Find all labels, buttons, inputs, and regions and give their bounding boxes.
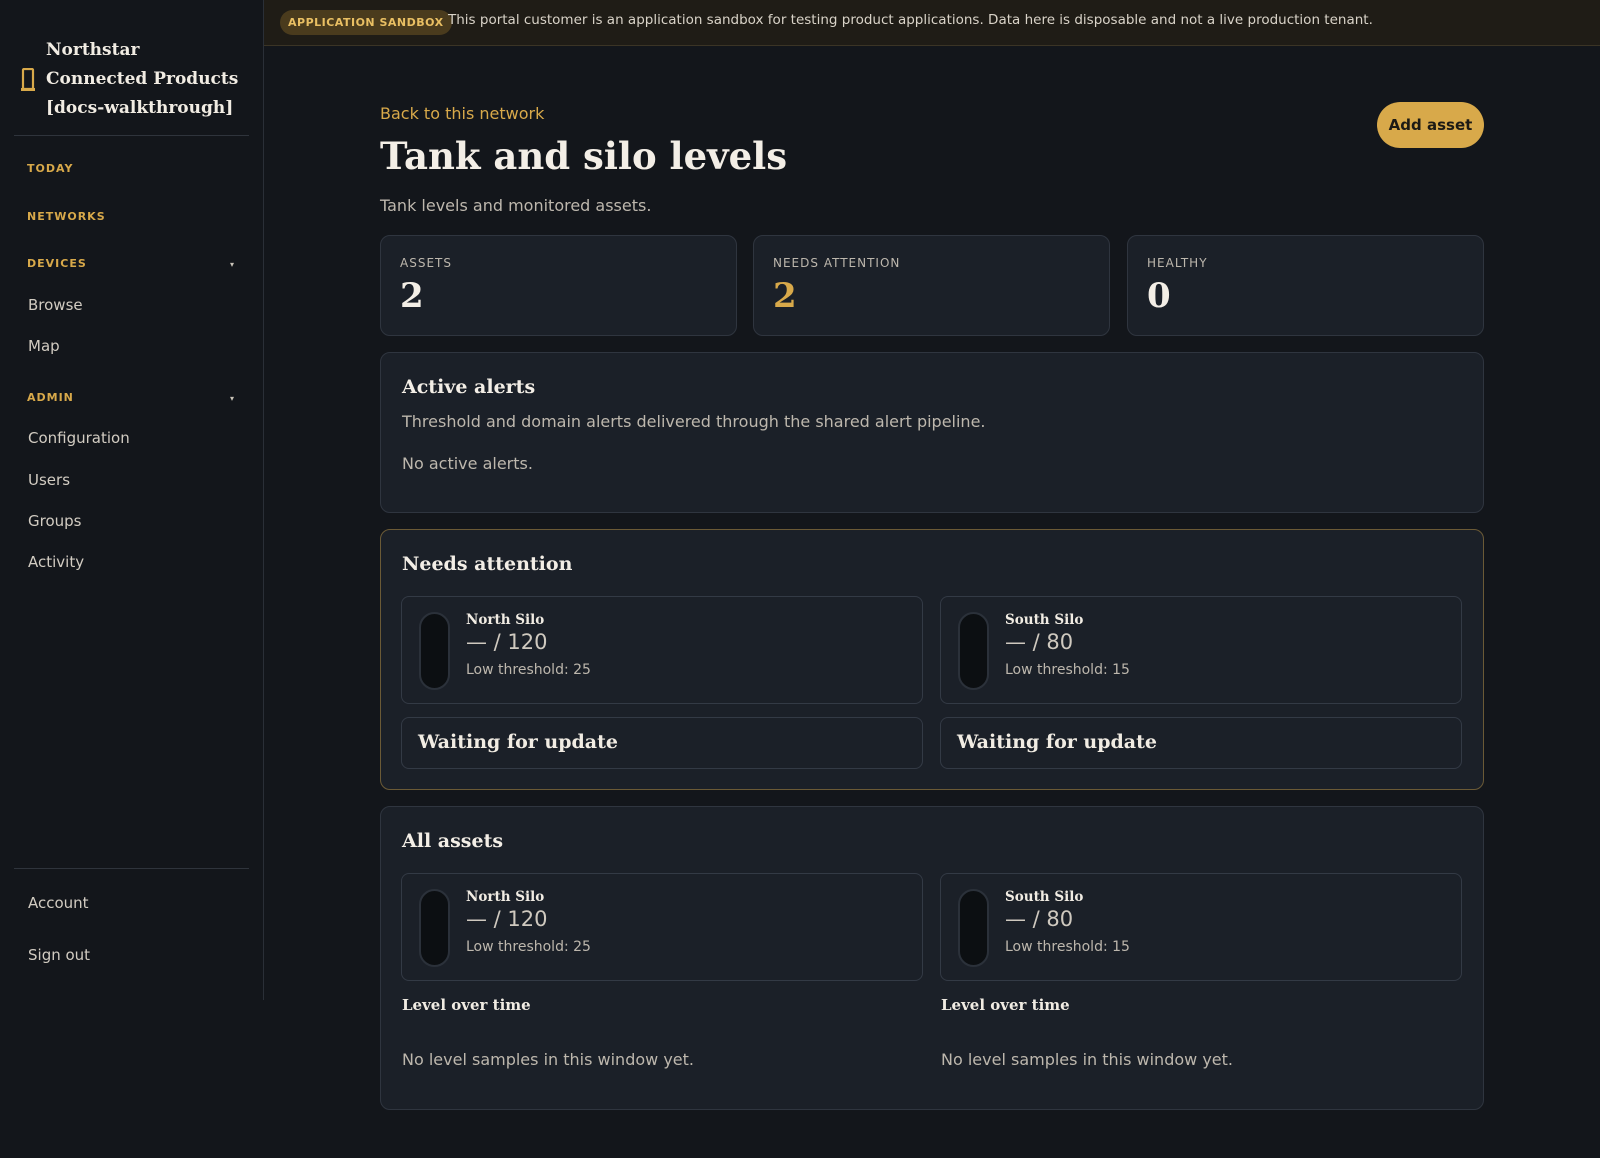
stat-label: HEALTHY [1147,256,1208,270]
page-subtitle: Tank levels and monitored assets. [380,196,652,215]
level-gauge [419,889,450,967]
sidebar-divider [14,868,249,869]
asset-level: — / 120 [466,630,548,654]
nav-networks[interactable]: NETWORKS [27,210,106,223]
all-assets-panel: All assets North Silo — / 120 Low thresh… [380,806,1484,1110]
sidebar-item-sign-out[interactable]: Sign out [28,946,90,964]
stat-card-healthy: HEALTHY 0 [1127,235,1484,336]
section-title: Active alerts [402,376,536,398]
asset-threshold: Low threshold: 15 [1005,939,1130,955]
level-gauge [419,612,450,690]
asset-name: South Silo [1005,889,1084,905]
asset-card-south-silo[interactable]: South Silo — / 80 Low threshold: 15 [940,596,1462,704]
asset-name: North Silo [466,889,545,905]
status-text: Waiting for update [418,731,618,753]
chart-empty-message: No level samples in this window yet. [402,1050,694,1069]
needs-attention-panel: Needs attention North Silo — / 120 Low t… [380,529,1484,790]
sidebar-item-users[interactable]: Users [28,471,70,489]
section-title: Needs attention [402,553,573,575]
asset-level: — / 80 [1005,630,1074,654]
sidebar-item-activity[interactable]: Activity [28,553,84,571]
chart-label: Level over time [402,996,531,1014]
admin-chevron-down-icon[interactable]: ▾ [230,394,234,403]
sandbox-banner-text: This portal customer is an application s… [448,12,1373,28]
sidebar: Northstar Connected Products [docs-walkt… [0,0,264,1000]
stat-label: ASSETS [400,256,452,270]
silo-icon [21,68,35,91]
asset-name: South Silo [1005,612,1084,628]
sidebar-item-account[interactable]: Account [28,894,89,912]
sidebar-item-browse[interactable]: Browse [28,296,83,314]
asset-threshold: Low threshold: 15 [1005,662,1130,678]
active-alerts-panel: Active alerts Threshold and domain alert… [380,352,1484,513]
sidebar-item-map[interactable]: Map [28,337,60,355]
nav-admin[interactable]: ADMIN [27,391,74,404]
sandbox-badge: APPLICATION SANDBOX [280,10,452,35]
stat-value: 0 [1147,276,1171,316]
asset-level: — / 80 [1005,907,1074,931]
asset-card-north-silo[interactable]: North Silo — / 120 Low threshold: 25 [401,596,923,704]
chart-empty-message: No level samples in this window yet. [941,1050,1233,1069]
stat-card-needs-attention: NEEDS ATTENTION 2 [753,235,1110,336]
asset-card-south-silo[interactable]: South Silo — / 80 Low threshold: 15 [940,873,1462,981]
asset-status: Waiting for update [401,717,923,769]
brand-name: Northstar Connected Products [docs-walkt… [46,40,239,118]
nav-today[interactable]: TODAY [27,162,73,175]
status-text: Waiting for update [957,731,1157,753]
stat-value: 2 [773,276,797,316]
sandbox-banner: APPLICATION SANDBOX This portal customer… [264,0,1600,46]
nav-devices[interactable]: DEVICES [27,257,87,270]
back-link[interactable]: Back to this network [380,104,544,123]
asset-threshold: Low threshold: 25 [466,662,591,678]
asset-threshold: Low threshold: 25 [466,939,591,955]
asset-card-north-silo[interactable]: North Silo — / 120 Low threshold: 25 [401,873,923,981]
add-asset-button[interactable]: Add asset [1377,102,1484,148]
chart-label: Level over time [941,996,1070,1014]
devices-chevron-down-icon[interactable]: ▾ [230,260,234,269]
level-gauge [958,612,989,690]
stat-card-assets: ASSETS 2 [380,235,737,336]
section-title: All assets [402,830,504,852]
empty-alerts-message: No active alerts. [402,454,533,473]
page-title: Tank and silo levels [380,134,788,178]
brand[interactable]: Northstar Connected Products [docs-walkt… [14,22,249,136]
stat-value: 2 [400,276,424,316]
stat-label: NEEDS ATTENTION [773,256,901,270]
section-description: Threshold and domain alerts delivered th… [402,412,986,431]
asset-level: — / 120 [466,907,548,931]
asset-status: Waiting for update [940,717,1462,769]
sidebar-item-configuration[interactable]: Configuration [28,429,130,447]
level-gauge [958,889,989,967]
asset-name: North Silo [466,612,545,628]
sidebar-item-groups[interactable]: Groups [28,512,81,530]
